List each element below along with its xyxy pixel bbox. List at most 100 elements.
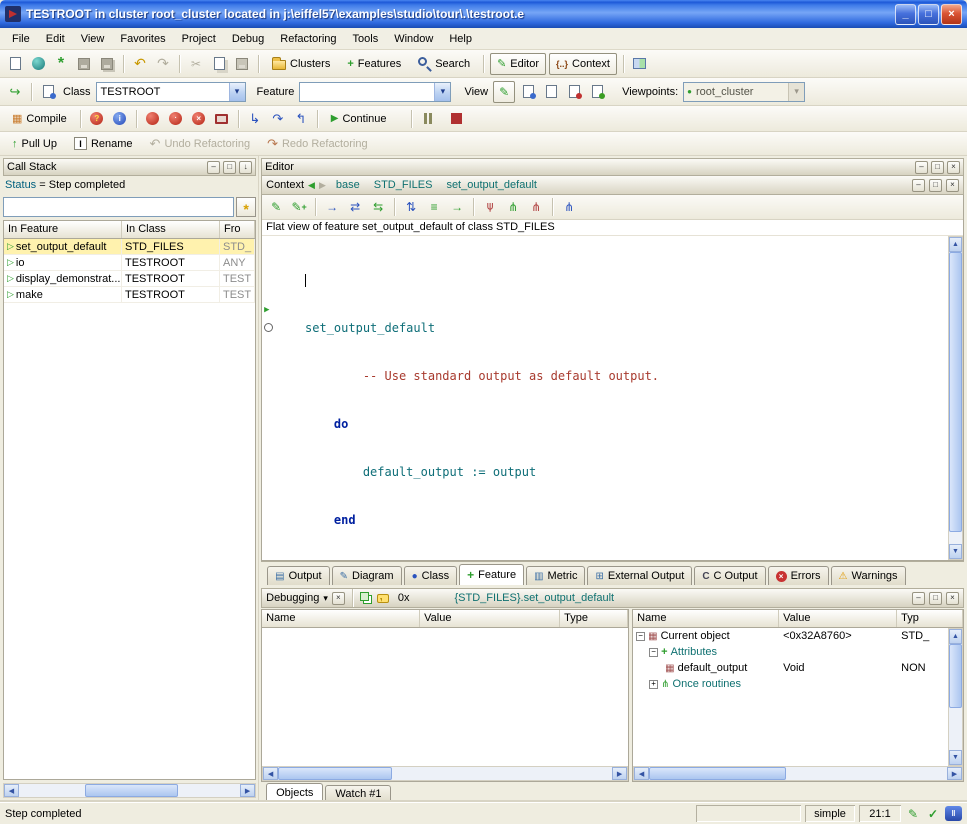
maximize-window-button[interactable]: □	[918, 4, 939, 25]
call-stack-row[interactable]: ▷display_demonstrat... TESTROOT TEST	[4, 271, 255, 287]
step-out-icon[interactable]: ↰	[291, 109, 311, 129]
objects-hscrollbar[interactable]: ◀ ▶	[633, 766, 963, 781]
objects-vscrollbar[interactable]: ▲ ▼	[948, 628, 963, 766]
tab-diagram[interactable]: ✎Diagram	[332, 566, 402, 585]
breadcrumb-cluster[interactable]: base	[336, 179, 360, 191]
scroll-up-icon[interactable]: ▲	[949, 237, 962, 252]
menu-window[interactable]: Window	[386, 31, 441, 47]
maximize-pane-button[interactable]: □	[931, 161, 944, 174]
new-window-icon[interactable]	[5, 54, 25, 74]
column-type[interactable]: Type	[560, 610, 628, 627]
breadcrumb-feature[interactable]: set_output_default	[446, 179, 537, 191]
save-icon[interactable]	[74, 54, 94, 74]
scroll-track[interactable]	[649, 767, 947, 780]
tab-feature[interactable]: +Feature	[459, 564, 524, 585]
object-tree-row[interactable]: −+Attributes	[633, 644, 948, 660]
close-window-button[interactable]: ×	[941, 4, 962, 25]
scroll-right-icon[interactable]: ▶	[240, 784, 255, 797]
scroll-track[interactable]	[949, 252, 962, 544]
expand-icon[interactable]: +	[649, 680, 658, 689]
redo-icon[interactable]: ↷	[153, 54, 173, 74]
watch-tip-icon[interactable]	[377, 594, 389, 603]
feature-clauses-icon[interactable]: ≡	[424, 197, 444, 217]
stop-button[interactable]	[447, 109, 467, 129]
tab-warnings[interactable]: ⚠Warnings	[831, 566, 906, 585]
maximize-pane-button[interactable]: □	[929, 592, 942, 605]
column-value[interactable]: Value	[779, 610, 897, 627]
scroll-left-icon[interactable]: ◀	[4, 784, 19, 797]
close-pane-button[interactable]: ×	[947, 161, 960, 174]
features-tool-button[interactable]: + Features	[340, 53, 408, 75]
object-tree-row[interactable]: +⋔Once routines	[633, 676, 948, 692]
viewpoints-combobox[interactable]: ● root_cluster ▾	[683, 82, 805, 102]
close-tool-button[interactable]: ×	[332, 592, 345, 605]
objects-tree[interactable]: −▦Current object <0x32A8760> STD_ −+Attr…	[633, 628, 948, 766]
column-name[interactable]: Name	[262, 610, 420, 627]
editor-toggle-button[interactable]: ✎ Editor	[490, 53, 546, 75]
code-editor[interactable]: ▶ set_output_default -- Use standard out…	[262, 236, 948, 560]
clusters-tool-button[interactable]: Clusters	[265, 53, 337, 75]
step-into-icon[interactable]: ↳	[245, 109, 265, 129]
open-project-icon[interactable]	[28, 54, 48, 74]
menu-tools[interactable]: Tools	[345, 31, 387, 47]
chevron-down-icon[interactable]: ▾	[323, 593, 328, 604]
column-name[interactable]: Name	[633, 610, 779, 627]
undo-refactoring-button[interactable]: ↶ Undo Refactoring	[143, 133, 258, 155]
scroll-right-icon[interactable]: ▶	[612, 767, 627, 780]
view-interface-button[interactable]	[587, 82, 607, 102]
ancestors-icon[interactable]: ⋔	[480, 197, 500, 217]
close-pane-button[interactable]: ×	[946, 179, 959, 192]
view-editor-button[interactable]: ✎	[493, 81, 515, 103]
column-in-class[interactable]: In Class	[122, 221, 220, 238]
chevron-down-icon[interactable]: ▾	[229, 83, 245, 101]
chevron-down-icon[interactable]: ▾	[434, 83, 450, 101]
scroll-down-icon[interactable]: ▼	[949, 750, 962, 765]
tab-output[interactable]: ▤Output	[267, 566, 329, 585]
menu-help[interactable]: Help	[441, 31, 480, 47]
undo-icon[interactable]: ↶	[130, 54, 150, 74]
scroll-thumb[interactable]	[278, 767, 392, 780]
scroll-thumb[interactable]	[949, 252, 962, 532]
tab-external-output[interactable]: ⊞External Output	[587, 566, 692, 585]
copy-icon[interactable]	[209, 54, 229, 74]
scroll-right-icon[interactable]: ▶	[947, 767, 962, 780]
column-type[interactable]: Typ	[897, 610, 963, 627]
menu-favorites[interactable]: Favorites	[112, 31, 173, 47]
paste-icon[interactable]	[232, 54, 252, 74]
menu-refactoring[interactable]: Refactoring	[272, 31, 344, 47]
maximize-pane-button[interactable]: □	[223, 161, 236, 174]
minimize-pane-button[interactable]: –	[915, 161, 928, 174]
hex-format-button[interactable]: 0x	[393, 590, 415, 606]
continue-button[interactable]: ▶ Continue	[324, 108, 394, 130]
scroll-down-icon[interactable]: ▼	[949, 544, 962, 559]
breakpoint-slot-icon[interactable]	[264, 323, 273, 332]
history-back-icon[interactable]: ◀	[308, 180, 315, 191]
toggle-format-icon[interactable]: ⇄	[345, 197, 365, 217]
go-to-result-icon[interactable]: →	[447, 197, 467, 217]
link-context-icon[interactable]: ⇆	[368, 197, 388, 217]
minimize-window-button[interactable]: _	[895, 4, 916, 25]
scroll-up-icon[interactable]: ▲	[949, 629, 962, 644]
run-icon[interactable]	[143, 109, 163, 129]
collapse-icon[interactable]: −	[649, 648, 658, 657]
call-stack-row[interactable]: ▷make TESTROOT TEST	[4, 287, 255, 303]
view-contracts-button[interactable]	[564, 82, 584, 102]
tab-class[interactable]: ●Class	[404, 566, 458, 585]
tab-objects[interactable]: Objects	[266, 783, 323, 802]
callers-icon[interactable]: ⇅	[401, 197, 421, 217]
maximize-pane-button[interactable]: □	[929, 179, 942, 192]
run-ignore-breakpoints-icon[interactable]: ·	[166, 109, 186, 129]
feature-combobox[interactable]: ▾	[299, 82, 451, 102]
layout-icon[interactable]	[630, 54, 650, 74]
project-info-icon[interactable]: i	[110, 109, 130, 129]
column-value[interactable]: Value	[420, 610, 560, 627]
step-over-icon[interactable]: ↷	[268, 109, 288, 129]
menu-project[interactable]: Project	[174, 31, 224, 47]
history-forward-icon[interactable]: ▶	[319, 180, 326, 191]
melt-query-icon[interactable]: ?	[87, 109, 107, 129]
context-toggle-button[interactable]: {..} Context	[549, 53, 617, 75]
cut-icon[interactable]: ✂	[186, 54, 206, 74]
clear-breakpoints-icon[interactable]: ×	[189, 109, 209, 129]
redo-refactoring-button[interactable]: ↷ Redo Refactoring	[260, 133, 375, 155]
tab-errors[interactable]: ×Errors	[768, 566, 829, 585]
